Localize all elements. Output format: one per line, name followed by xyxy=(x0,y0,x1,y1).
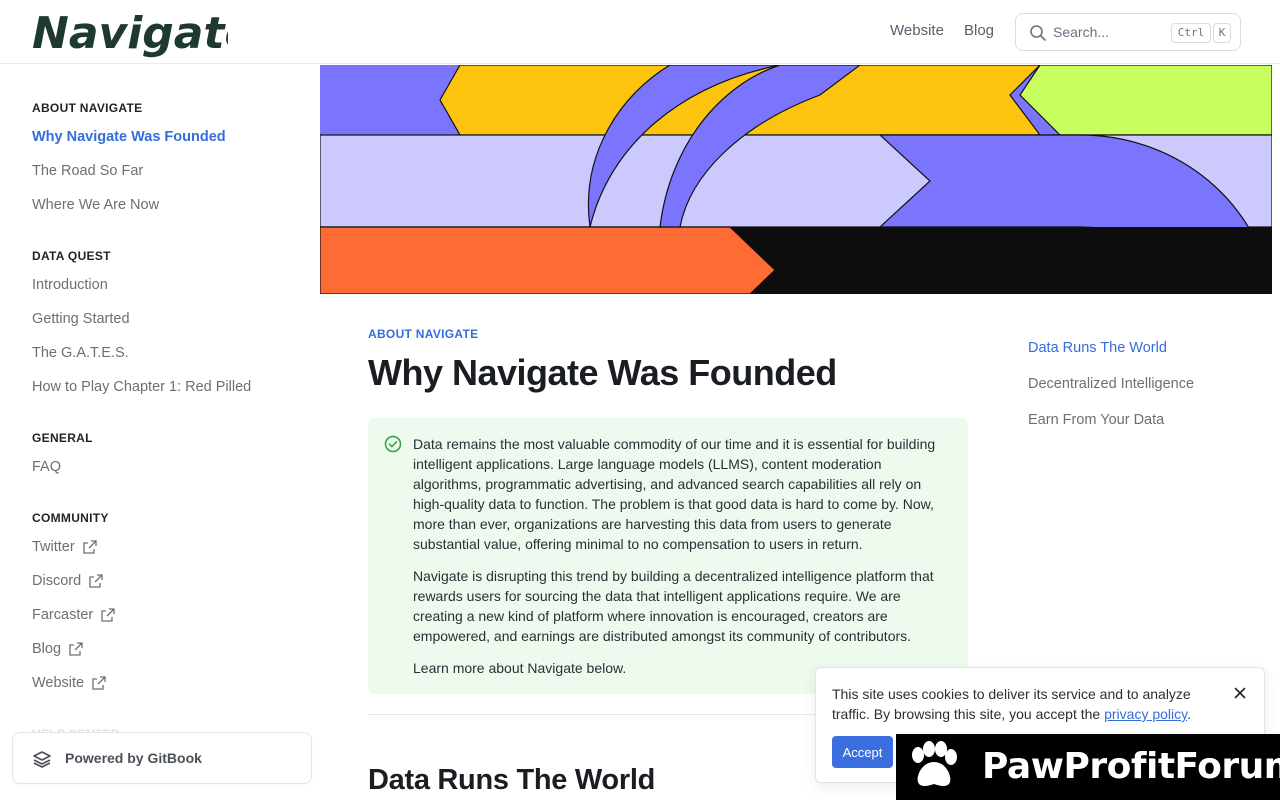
hint-paragraph: Data remains the most valuable commodity… xyxy=(413,436,936,552)
cookie-message: This site uses cookies to deliver its se… xyxy=(832,686,1191,722)
sidebar-item-the-road-so-far[interactable]: The Road So Far xyxy=(32,163,143,179)
sidebar-nav: ABOUT NAVIGATE Why Navigate Was Founded … xyxy=(0,65,320,800)
search-placeholder: Search... xyxy=(1053,24,1110,40)
sidebar-item-how-to-play-chapter-1[interactable]: How to Play Chapter 1: Red Pilled xyxy=(32,379,251,395)
external-link-icon xyxy=(92,676,106,690)
sidebar-item-farcaster[interactable]: Farcaster xyxy=(32,607,115,623)
hint-paragraph: Navigate is disrupting this trend by bui… xyxy=(413,568,934,644)
watermark-overlay: PawProfitForum xyxy=(896,734,1280,800)
sidebar-item-website[interactable]: Website xyxy=(32,675,106,691)
accept-cookies-button[interactable]: Accept xyxy=(832,736,893,768)
logo-text: Navigate xyxy=(32,8,228,58)
toc-item-earn-from-your-data[interactable]: Earn From Your Data xyxy=(1028,412,1164,428)
external-link-icon xyxy=(83,540,97,554)
top-header: Navigate Website Blog Search... Ctrl K xyxy=(0,0,1280,64)
sidebar-item-faq[interactable]: FAQ xyxy=(32,459,61,475)
search-input[interactable]: Search... Ctrl K xyxy=(1015,13,1241,51)
close-icon[interactable] xyxy=(1232,685,1248,701)
sidebar-item-where-we-are-now[interactable]: Where We Are Now xyxy=(32,197,159,213)
powered-by-gitbook-button[interactable]: Powered by GitBook xyxy=(12,732,312,784)
info-hint-block: Data remains the most valuable commodity… xyxy=(368,418,968,694)
external-link-icon xyxy=(89,574,103,588)
external-link-icon xyxy=(69,642,83,656)
privacy-policy-link[interactable]: privacy policy xyxy=(1104,706,1187,722)
check-circle-icon xyxy=(384,435,402,453)
shortcut-ctrl-key: Ctrl xyxy=(1171,23,1211,43)
sidebar-item-introduction[interactable]: Introduction xyxy=(32,277,108,293)
nav-link-blog[interactable]: Blog xyxy=(964,22,994,39)
sidebar-section-data-quest: DATA QUEST xyxy=(32,249,111,263)
sidebar-item-why-navigate-was-founded[interactable]: Why Navigate Was Founded xyxy=(32,129,226,145)
breadcrumb: ABOUT NAVIGATE xyxy=(368,327,479,341)
sidebar-item-the-gates[interactable]: The G.A.T.E.S. xyxy=(32,345,129,361)
sidebar-item-getting-started[interactable]: Getting Started xyxy=(32,311,130,327)
powered-by-label: Powered by GitBook xyxy=(65,750,202,766)
sidebar-section-general: GENERAL xyxy=(32,431,93,445)
nav-link-website[interactable]: Website xyxy=(890,22,944,39)
section-heading: Data Runs The World xyxy=(368,764,656,796)
hero-banner-image xyxy=(320,65,1272,294)
sidebar-item-blog[interactable]: Blog xyxy=(32,641,83,657)
toc-item-decentralized-intelligence[interactable]: Decentralized Intelligence xyxy=(1028,376,1194,392)
toc-item-data-runs-the-world[interactable]: Data Runs The World xyxy=(1028,340,1167,356)
watermark-text: PawProfitForum xyxy=(982,746,1280,787)
sidebar-item-discord[interactable]: Discord xyxy=(32,573,103,589)
page-title: Why Navigate Was Founded xyxy=(368,352,837,393)
search-icon xyxy=(1030,25,1046,41)
navigate-logo[interactable]: Navigate xyxy=(32,8,254,59)
sidebar-item-twitter[interactable]: Twitter xyxy=(32,539,97,555)
paw-icon xyxy=(912,741,957,786)
sidebar-section-community: COMMUNITY xyxy=(32,511,109,525)
gitbook-icon xyxy=(33,751,51,768)
sidebar-section-about: ABOUT NAVIGATE xyxy=(32,101,143,115)
external-link-icon xyxy=(101,608,115,622)
shortcut-k-key: K xyxy=(1213,23,1231,43)
